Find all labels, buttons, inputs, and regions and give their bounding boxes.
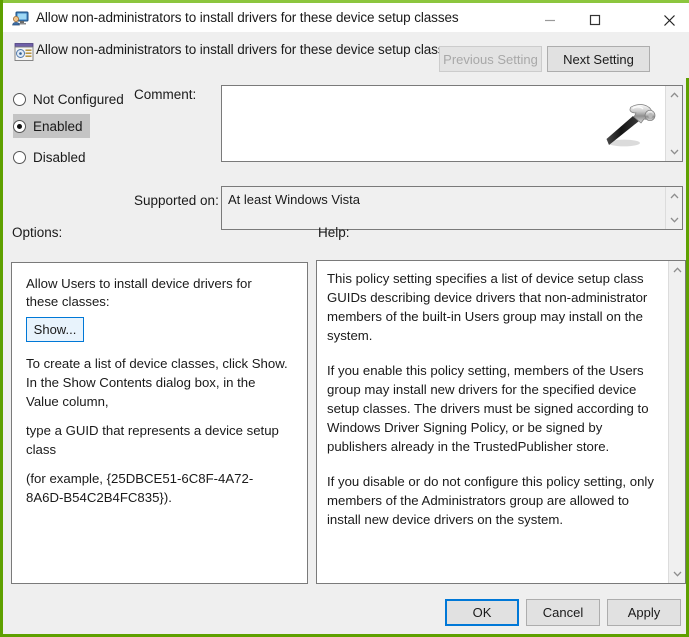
previous-setting-button[interactable]: Previous Setting <box>439 46 542 72</box>
setting-title: Allow non-administrators to install driv… <box>36 42 459 57</box>
help-scrollbar[interactable] <box>668 261 685 583</box>
close-button[interactable] <box>647 6 689 34</box>
comment-label: Comment: <box>134 87 197 102</box>
minimize-button[interactable] <box>527 6 572 34</box>
radio-disabled-mark <box>13 150 26 164</box>
computer-user-icon <box>12 10 29 27</box>
help-paragraph-1: This policy setting specifies a list of … <box>327 271 648 343</box>
options-label: Options: <box>12 225 63 240</box>
radio-not-configured-mark <box>13 92 26 106</box>
option-hint-1: To create a list of device classes, clic… <box>26 356 288 409</box>
policy-setting-dialog: Allow non-administrators to install driv… <box>0 0 689 637</box>
next-setting-button[interactable]: Next Setting <box>547 46 650 72</box>
radio-enabled-label: Enabled <box>33 118 83 134</box>
option-hint-2: type a GUID that represents a device set… <box>26 423 279 457</box>
setting-header: Allow non-administrators to install driv… <box>6 32 689 78</box>
show-button[interactable]: Show... <box>26 317 84 342</box>
supported-on-scrollbar[interactable] <box>665 187 682 229</box>
policy-setting-icon <box>14 42 34 62</box>
option-hint-3: (for example, {25DBCE51-6C8F-4A72-8A6D-B… <box>26 471 254 505</box>
radio-enabled-mark <box>13 119 26 133</box>
cancel-button[interactable]: Cancel <box>526 599 600 626</box>
radio-not-configured-label: Not Configured <box>33 91 124 107</box>
chevron-up-icon[interactable] <box>666 189 682 203</box>
maximize-button[interactable] <box>572 6 617 34</box>
radio-enabled[interactable]: Enabled <box>13 114 90 138</box>
comment-input[interactable] <box>221 85 683 162</box>
chevron-down-icon[interactable] <box>666 213 682 227</box>
options-panel: Allow Users to install device drivers fo… <box>11 262 308 584</box>
chevron-up-icon[interactable] <box>669 263 685 277</box>
supported-on-value: At least Windows Vista <box>228 192 360 207</box>
apply-button[interactable]: Apply <box>607 599 681 626</box>
hammer-icon <box>598 91 660 153</box>
radio-disabled-label: Disabled <box>33 149 86 165</box>
comment-scrollbar[interactable] <box>665 86 682 161</box>
window-title: Allow non-administrators to install driv… <box>36 10 459 25</box>
radio-not-configured[interactable]: Not Configured <box>13 87 128 111</box>
supported-on-label: Supported on: <box>134 193 219 208</box>
chevron-down-icon[interactable] <box>669 567 685 581</box>
chevron-up-icon[interactable] <box>666 88 682 102</box>
option-setting-label: Allow Users to install device drivers fo… <box>26 276 252 309</box>
help-panel: This policy setting specifies a list of … <box>316 260 686 584</box>
help-paragraph-2: If you enable this policy setting, membe… <box>327 363 649 454</box>
title-bar: Allow non-administrators to install driv… <box>3 0 689 32</box>
chevron-down-icon[interactable] <box>666 145 682 159</box>
radio-disabled[interactable]: Disabled <box>13 145 97 169</box>
supported-on-field: At least Windows Vista <box>221 186 683 230</box>
help-label: Help: <box>318 225 350 240</box>
help-paragraph-3: If you disable or do not configure this … <box>327 474 654 527</box>
ok-button[interactable]: OK <box>445 599 519 626</box>
